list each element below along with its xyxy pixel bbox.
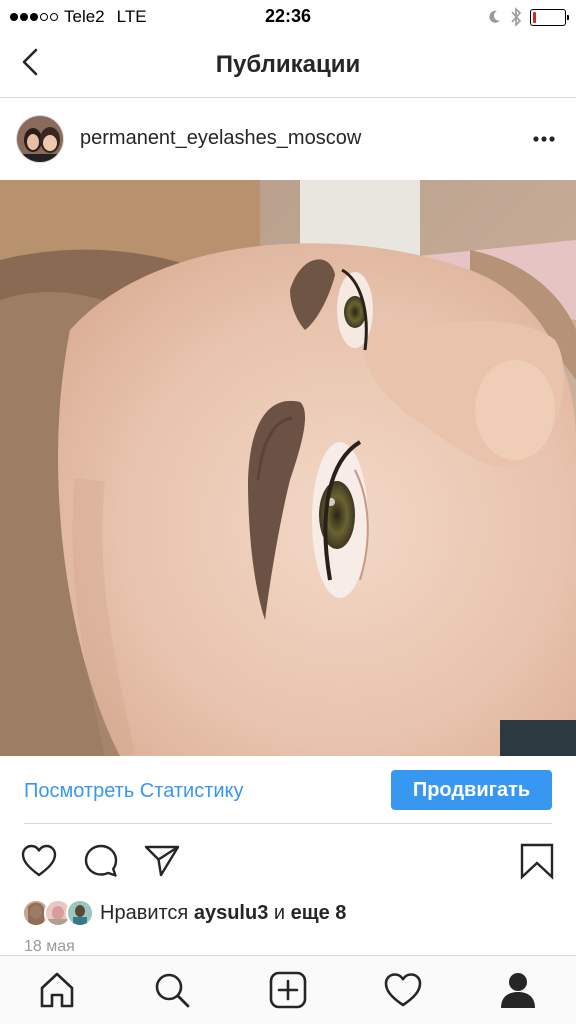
share-icon[interactable]	[143, 842, 181, 880]
bookmark-icon[interactable]	[518, 842, 556, 880]
more-horizontal-icon[interactable]	[532, 135, 556, 143]
promote-button[interactable]: Продвигать	[391, 770, 552, 810]
search-icon[interactable]	[152, 970, 192, 1010]
divider	[24, 823, 552, 824]
avatar	[66, 899, 94, 927]
insights-row: Посмотреть Статистику Продвигать	[0, 756, 576, 824]
post-username[interactable]: permanent_eyelashes_moscow	[80, 127, 361, 150]
bottom-tab-bar	[0, 955, 576, 1024]
eyebrow-tattoo-photo	[0, 180, 576, 756]
status-bar: Tele2 LTE 22:36	[0, 0, 576, 34]
bluetooth-icon	[511, 7, 522, 27]
post-photo[interactable]	[0, 180, 576, 756]
liker-avatars	[22, 899, 94, 927]
profile-icon[interactable]	[498, 970, 538, 1010]
likes-prefix: Нравится	[100, 901, 189, 924]
liker-username[interactable]: aysulu3	[194, 902, 268, 924]
battery-icon	[530, 8, 569, 26]
add-icon[interactable]	[268, 970, 308, 1010]
comment-icon[interactable]	[82, 842, 120, 880]
activity-heart-icon[interactable]	[383, 970, 423, 1010]
likes-others[interactable]: еще 8	[291, 902, 347, 924]
post-header: permanent_eyelashes_moscow	[0, 99, 576, 180]
navigation-bar: Публикации	[0, 34, 576, 98]
moon-icon	[489, 10, 500, 23]
post-actions	[0, 834, 576, 888]
likes-and: и	[273, 901, 286, 924]
heart-icon[interactable]	[20, 842, 58, 880]
view-insights-link[interactable]: Посмотреть Статистику	[24, 780, 244, 803]
avatar[interactable]	[16, 115, 64, 163]
likes-row[interactable]: Нравится aysulu3 и еще 8	[22, 897, 346, 929]
post-date: 18 мая	[24, 938, 75, 955]
likes-text: Нравится aysulu3 и еще 8	[100, 902, 346, 925]
page-title: Публикации	[215, 51, 361, 78]
home-icon[interactable]	[37, 970, 77, 1010]
